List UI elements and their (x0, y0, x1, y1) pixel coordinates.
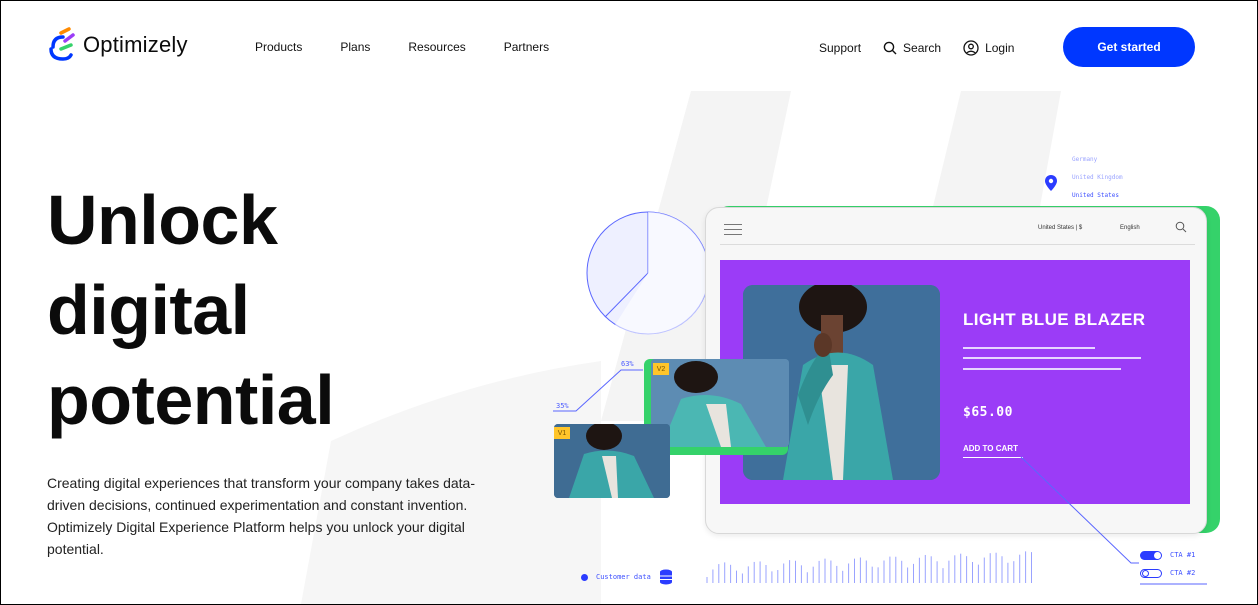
customer-data-label: Customer data (596, 573, 651, 581)
customer-data: Customer data (581, 569, 673, 585)
cta-2-label: CTA #2 (1170, 569, 1196, 577)
connector-lines (553, 369, 1207, 585)
cta-toggle-1[interactable]: CTA #1 (1140, 546, 1195, 564)
data-wave-bars (706, 551, 1032, 583)
toggle-on-icon (1140, 550, 1162, 560)
status-dot (581, 573, 588, 581)
toggle-off-icon (1140, 568, 1162, 578)
cta-1-label: CTA #1 (1170, 551, 1196, 559)
database-icon (659, 569, 672, 585)
cta-toggle-2[interactable]: CTA #2 (1140, 564, 1195, 582)
cta-toggles: CTA #1 CTA #2 (1140, 546, 1195, 582)
page-frame: Optimizely Products Plans Resources Part… (0, 0, 1258, 605)
